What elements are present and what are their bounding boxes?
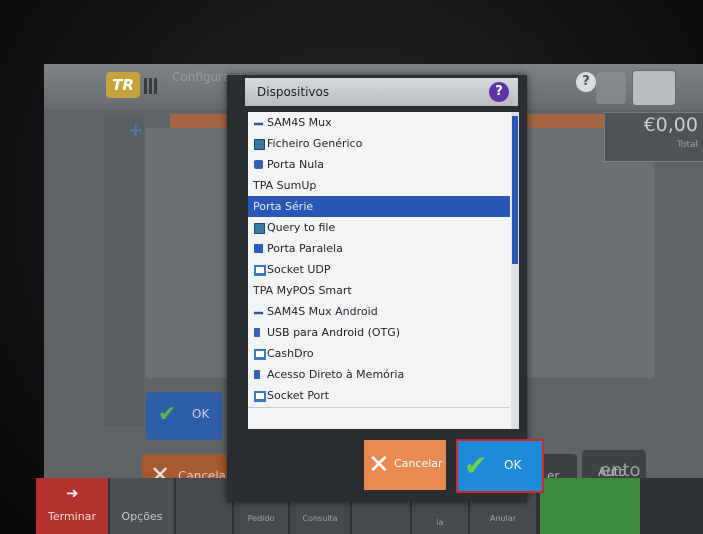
total-label: Total	[676, 140, 698, 150]
consulta-label: Consulta	[302, 514, 338, 523]
list-item-label: Acesso Direto à Memória	[267, 368, 405, 381]
network-icon	[254, 122, 263, 126]
list-item-label: SAM4S Mux	[267, 116, 332, 129]
list-item-label: Porta Paralela	[267, 242, 343, 255]
payment-button[interactable]	[540, 478, 640, 534]
list-item[interactable]: Porta Nula	[248, 154, 510, 177]
list-item[interactable]: CashDro	[248, 343, 510, 366]
payment-button-label: ento	[600, 460, 641, 481]
bottom-bar-button[interactable]	[176, 478, 232, 534]
file-icon	[254, 223, 265, 234]
list-item-label: SAM4S Mux Android	[267, 305, 378, 318]
list-item-label: USB para Android (OTG)	[267, 326, 401, 339]
help-icon[interactable]: ?	[576, 72, 596, 92]
list-item[interactable]: USB para Android (OTG)	[248, 322, 510, 345]
top-right-button[interactable]	[632, 70, 676, 106]
cancel-button[interactable]: ✕ Cancelar	[364, 440, 446, 490]
list-item[interactable]: Socket Port	[248, 385, 510, 408]
ok-button[interactable]: ✔ OK	[456, 439, 544, 493]
check-icon: ✔	[464, 449, 488, 482]
opcoes-label: Opções	[121, 510, 163, 523]
list-item-selected[interactable]: Porta Série	[248, 196, 510, 219]
list-item[interactable]: Socket UDP	[248, 259, 510, 282]
scrollbar-thumb[interactable]	[512, 116, 518, 264]
list-item[interactable]: SAM4S Mux Android	[248, 301, 510, 324]
list-item[interactable]: Porta Paralela	[248, 238, 510, 261]
top-toolbar-button[interactable]	[596, 72, 626, 104]
list-item[interactable]: Query to file	[248, 217, 510, 240]
list-item-label: Porta Nula	[267, 158, 325, 171]
total-amount: €0,00	[643, 114, 698, 136]
terminar-label: Terminar	[48, 510, 96, 523]
terminar-button[interactable]: ➜ Terminar	[36, 478, 108, 534]
background-ok-label: OK	[192, 407, 210, 421]
null-port-icon	[254, 160, 263, 169]
opcoes-button[interactable]: Opções	[110, 478, 174, 534]
usb-icon	[254, 370, 260, 379]
background-ok-button[interactable]: ✔ OK	[146, 392, 222, 440]
list-item[interactable]: Acesso Direto à Memória	[248, 364, 510, 387]
ia-label: ia	[436, 518, 444, 527]
monitor-icon	[254, 265, 266, 276]
usb-icon	[254, 328, 260, 337]
list-item-label: TPA SumUp	[253, 179, 317, 192]
dialog-header: Dispositivos ?	[245, 78, 518, 106]
network-icon	[254, 311, 263, 315]
monitor-icon	[254, 349, 266, 360]
dialog-title: Dispositivos	[257, 85, 330, 99]
ok-button-label: OK	[504, 458, 522, 472]
help-icon[interactable]: ?	[489, 82, 509, 102]
file-icon	[254, 139, 265, 150]
pedido-label: Pedido	[247, 514, 275, 523]
close-icon: ✕	[368, 450, 390, 480]
list-item-label: Socket Port	[267, 389, 330, 402]
list-item[interactable]: TPA SumUp	[248, 175, 510, 198]
exit-icon: ➜	[66, 484, 79, 502]
list-item-label: CashDro	[267, 347, 314, 360]
list-item-label: Ficheiro Genérico	[267, 137, 363, 150]
left-panel	[104, 116, 144, 426]
list-item[interactable]: SAM4S Mux	[248, 112, 510, 135]
check-icon: ✔	[158, 402, 177, 427]
parallel-port-icon	[254, 244, 263, 253]
anular-label: Anular	[489, 514, 517, 523]
monitor-icon	[254, 391, 266, 402]
list-item[interactable]: Ficheiro Genérico	[248, 133, 510, 156]
list-item-label: Socket UDP	[267, 263, 331, 276]
plus-icon[interactable]: +	[128, 120, 143, 141]
cancel-button-label: Cancelar	[394, 457, 443, 470]
device-list[interactable]: SAM4S Mux Ficheiro Genérico Porta Nula T…	[248, 112, 519, 429]
list-item-label: Query to file	[267, 221, 336, 234]
list-item-label: Porta Série	[253, 200, 314, 213]
app-logo: TR	[106, 72, 140, 98]
list-item-label: TPA MyPOS Smart	[253, 284, 352, 297]
list-item[interactable]: TPA MyPOS Smart	[248, 280, 510, 303]
grid-icon	[144, 78, 158, 94]
